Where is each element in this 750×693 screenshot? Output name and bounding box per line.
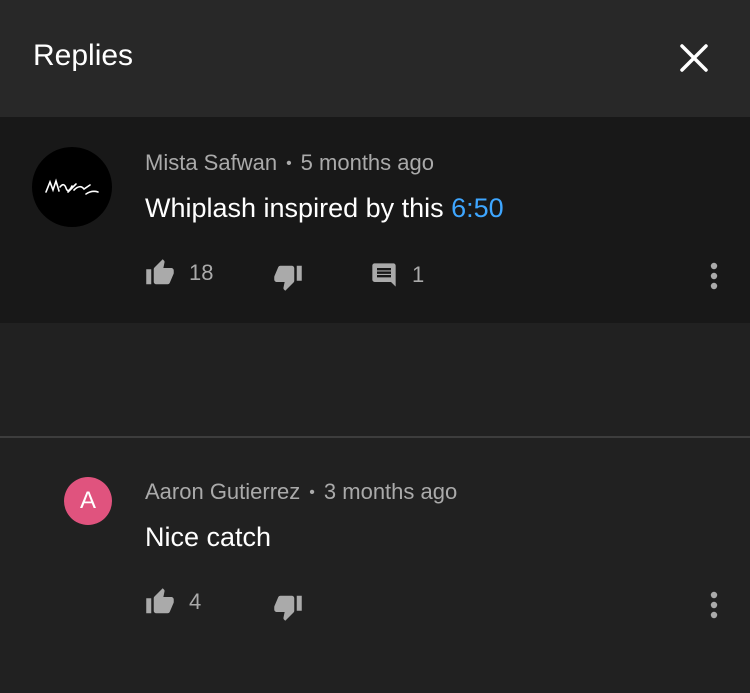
dislike-button[interactable] — [273, 592, 303, 622]
more-options-button[interactable] — [698, 256, 730, 296]
main-comment: Mista Safwan • 5 months ago Whiplash inspi… — [0, 117, 750, 323]
avatar-letter: A — [79, 487, 96, 514]
reply-count: 1 — [412, 262, 425, 287]
thumbs-down-icon — [274, 595, 302, 621]
avatar[interactable] — [32, 147, 112, 227]
thumbs-up-icon — [146, 259, 174, 285]
reply-meta: Aaron Gutierrez • 3 months ago — [145, 479, 457, 508]
avatar[interactable]: A — [64, 477, 112, 525]
reply-count-button[interactable]: 1 — [370, 261, 424, 289]
thumbs-down-icon — [274, 265, 302, 291]
comment-time: 5 months ago — [300, 150, 434, 175]
comment-meta: Mista Safwan • 5 months ago — [145, 150, 434, 179]
comment-body: Whiplash inspired by this — [145, 193, 452, 223]
signature-logo-icon — [45, 178, 99, 195]
separator-dot: • — [286, 155, 292, 172]
like-button[interactable]: 18 — [145, 258, 213, 288]
comment-icon — [372, 263, 396, 287]
dislike-button[interactable] — [273, 262, 303, 292]
reply-time: 3 months ago — [323, 479, 458, 504]
like-button[interactable]: 4 — [145, 587, 201, 617]
more-vertical-icon — [710, 591, 718, 619]
close-icon — [680, 44, 708, 72]
timestamp-link[interactable]: 6:50 — [451, 193, 504, 223]
header-title: Replies — [33, 39, 134, 72]
reply-text: Nice catch — [145, 522, 272, 552]
author-name[interactable]: Mista Safwan — [145, 150, 277, 175]
like-count: 4 — [189, 589, 202, 614]
more-options-button[interactable] — [698, 585, 730, 625]
separator-dot: • — [309, 484, 315, 501]
close-button[interactable] — [668, 32, 720, 84]
replies-header: Replies — [0, 0, 750, 117]
like-count: 18 — [189, 260, 214, 285]
more-vertical-icon — [710, 262, 718, 290]
thumbs-up-icon — [146, 588, 174, 614]
comment-text: Whiplash inspired by this 6:50 — [145, 192, 504, 224]
author-name[interactable]: Aaron Gutierrez — [145, 479, 300, 504]
divider — [0, 436, 750, 438]
